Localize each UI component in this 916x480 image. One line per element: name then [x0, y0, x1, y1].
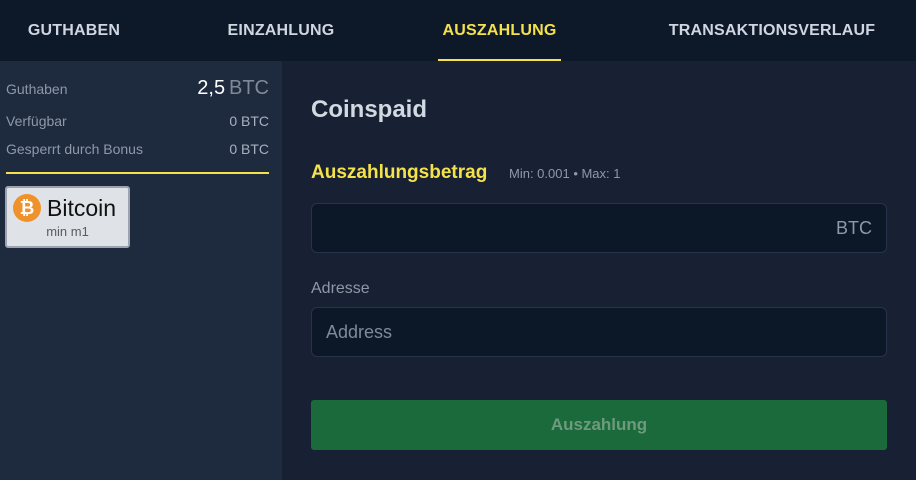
- locked-row: Gesperrt durch Bonus 0 BTC: [6, 141, 269, 157]
- address-label: Adresse: [311, 280, 370, 297]
- available-value: 0 BTC: [229, 113, 269, 129]
- payment-method-name: Bitcoin: [47, 195, 117, 221]
- balance-label: Guthaben: [6, 81, 68, 97]
- locked-value: 0 BTC: [229, 141, 269, 157]
- balance-value: 2,5 BTC: [197, 77, 269, 100]
- amount-input[interactable]: [312, 204, 886, 252]
- amount-label: Auszahlungsbetrag: [311, 162, 488, 183]
- locked-label: Gesperrt durch Bonus: [6, 141, 143, 157]
- amount-limits: Min: 0.001 • Max: 1: [509, 166, 621, 181]
- withdraw-button[interactable]: Auszahlung: [311, 400, 887, 450]
- available-label: Verfügbar: [6, 113, 67, 129]
- tab-guthaben[interactable]: GUTHABEN: [24, 0, 124, 61]
- balance-unit: BTC: [229, 77, 269, 99]
- payment-method-min: min m1: [46, 224, 89, 239]
- payment-method-bitcoin[interactable]: ₿ Bitcoin min m1: [5, 186, 130, 248]
- top-nav: GUTHABEN EINZAHLUNG AUSZAHLUNG TRANSAKTI…: [0, 0, 916, 61]
- balance-divider: [6, 172, 269, 174]
- bitcoin-icon: ₿: [13, 194, 41, 222]
- balance-amount: 2,5: [197, 77, 226, 99]
- amount-unit: BTC: [836, 218, 872, 238]
- tab-transaktionsverlauf[interactable]: TRANSAKTIONSVERLAUF: [661, 0, 883, 61]
- page-title: Coinspaid: [311, 96, 428, 123]
- tab-auszahlung[interactable]: AUSZAHLUNG: [438, 0, 561, 61]
- amount-field: BTC: [311, 203, 887, 253]
- tab-einzahlung[interactable]: EINZAHLUNG: [223, 0, 339, 61]
- balance-row: Guthaben 2,5 BTC: [6, 77, 269, 100]
- balance-sidebar: Guthaben 2,5 BTC Verfügbar 0 BTC Gesperr…: [0, 61, 282, 480]
- available-row: Verfügbar 0 BTC: [6, 113, 269, 129]
- address-field: [311, 307, 887, 357]
- address-input[interactable]: [312, 308, 886, 356]
